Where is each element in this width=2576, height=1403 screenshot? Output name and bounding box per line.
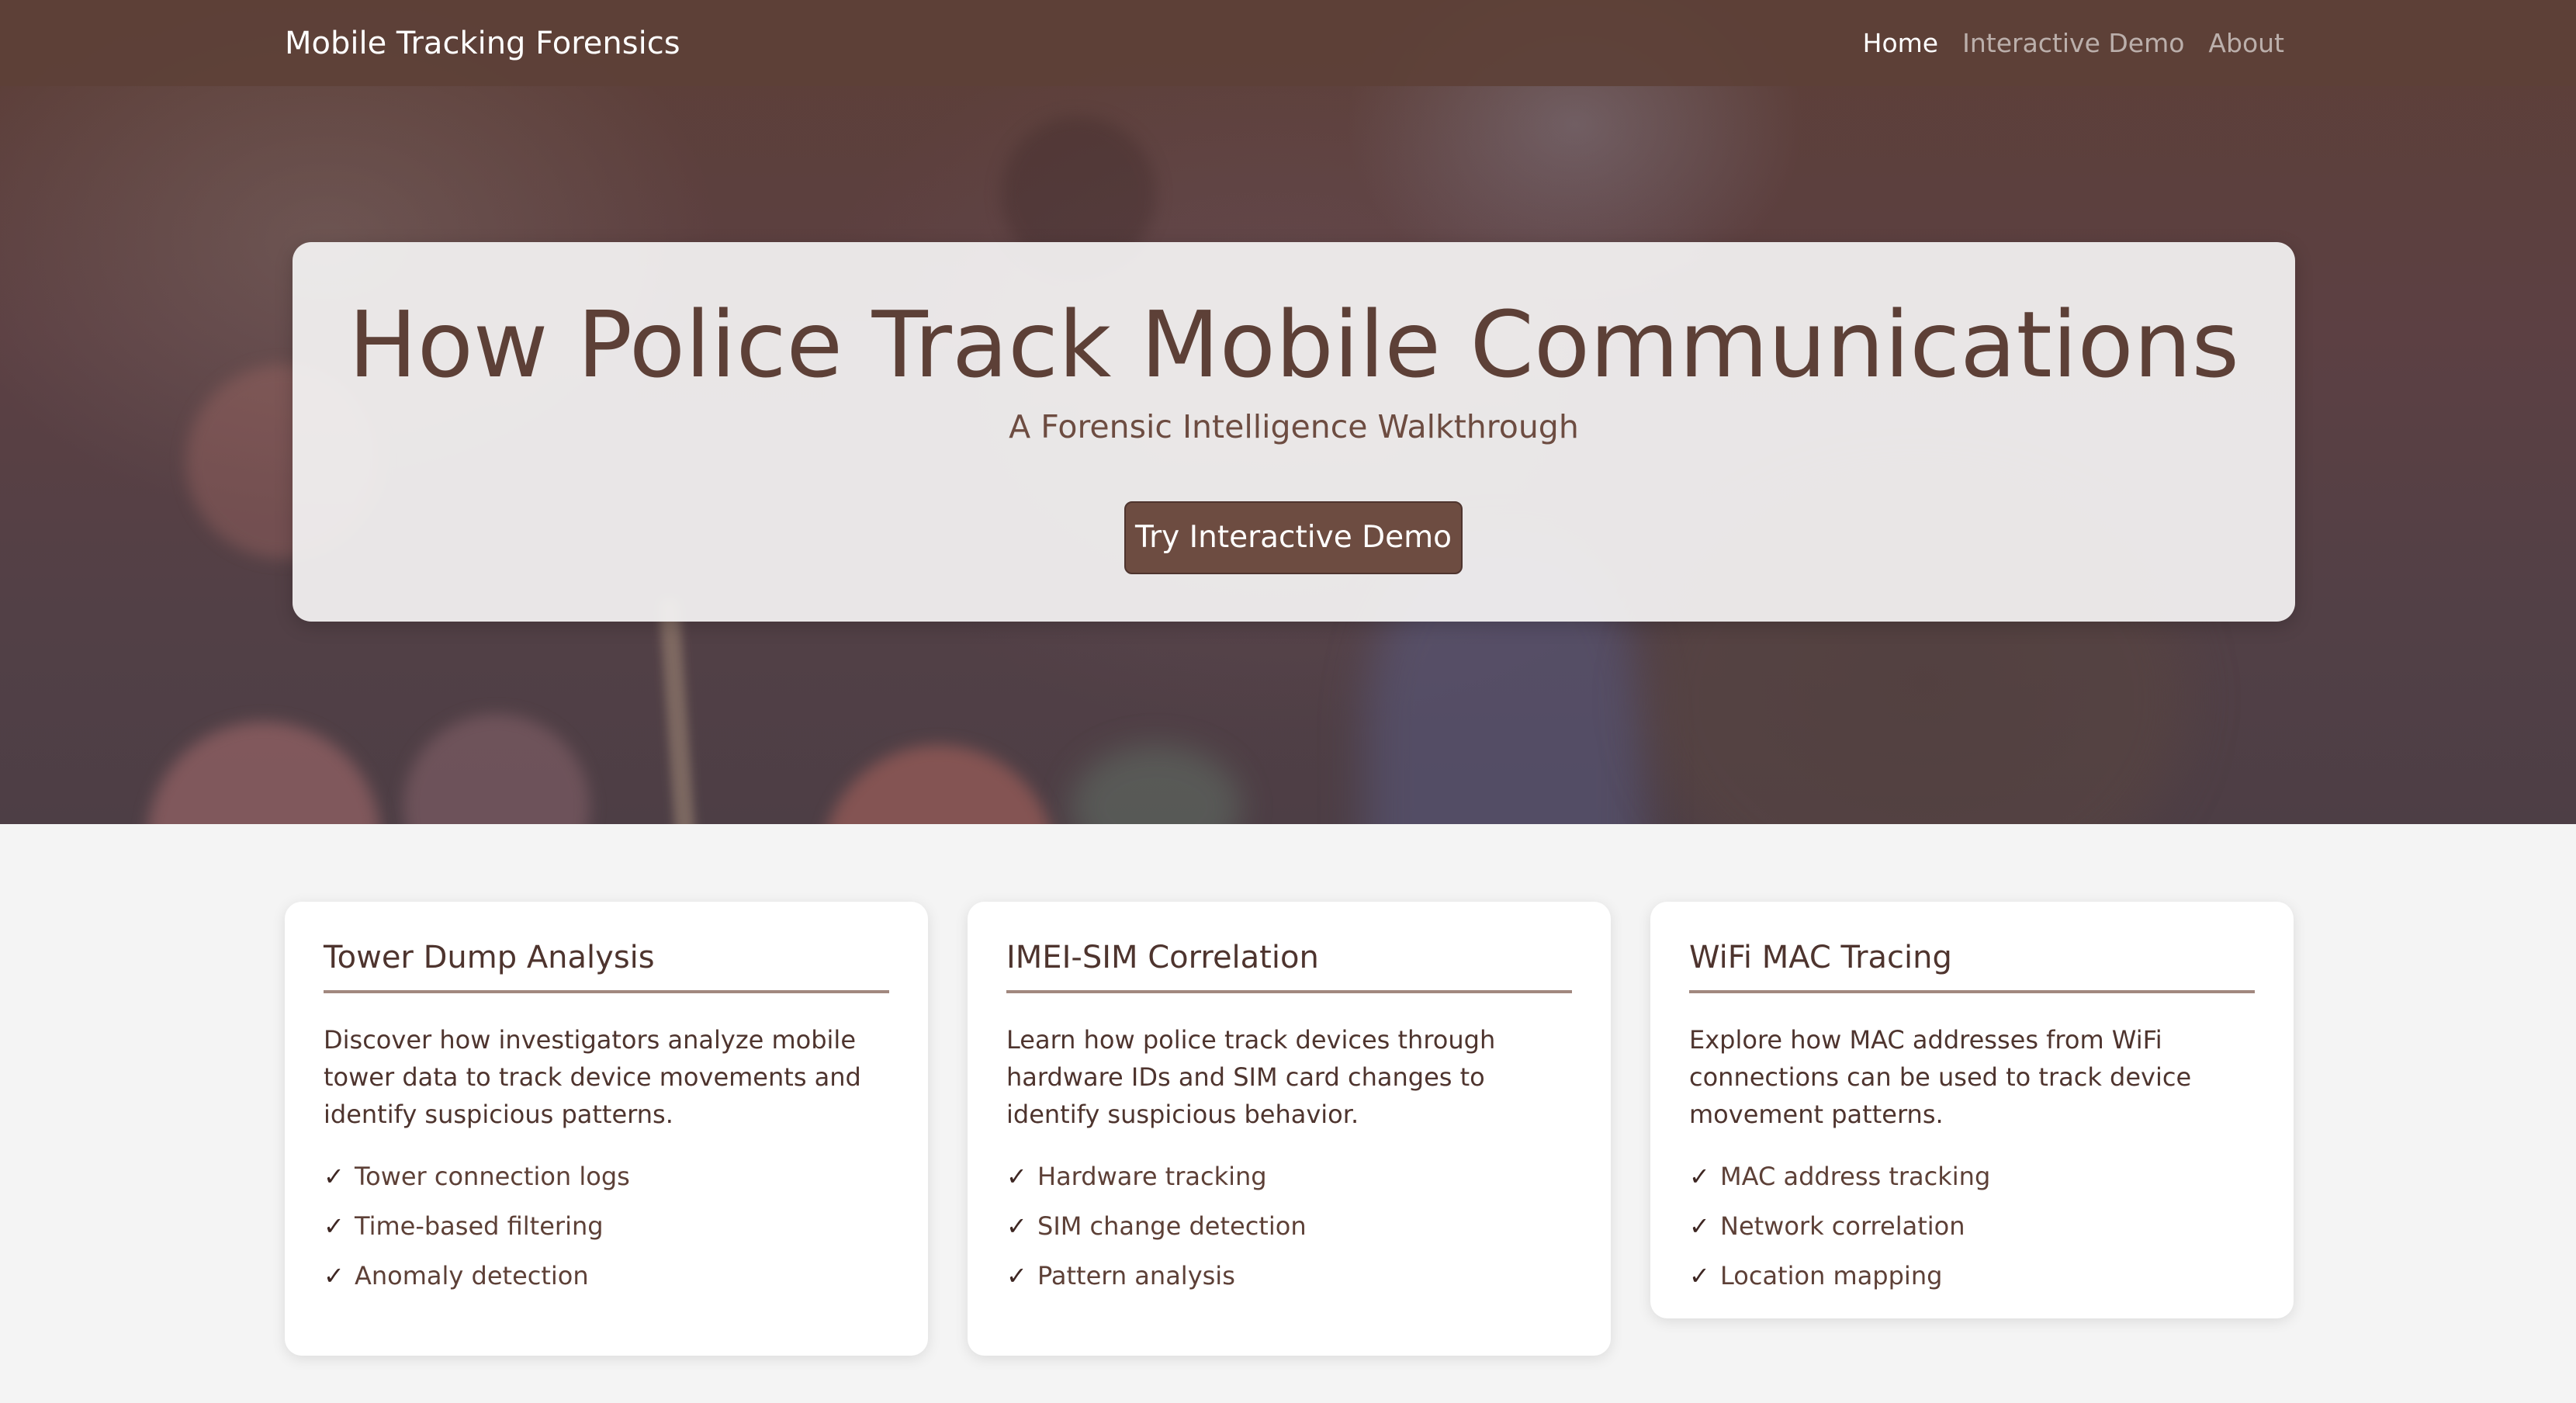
list-item-label: Time-based filtering	[355, 1211, 604, 1241]
nav-links: Home Interactive Demo About	[1863, 24, 2284, 63]
list-item-label: Anomaly detection	[355, 1261, 589, 1290]
feature-card-tower-dump: Tower Dump Analysis Discover how investi…	[285, 902, 928, 1356]
list-item: ✓ Location mapping	[1689, 1251, 2255, 1301]
nav-link-interactive-demo[interactable]: Interactive Demo	[1962, 24, 2184, 63]
nav-link-home[interactable]: Home	[1863, 24, 1938, 63]
list-item: ✓ Time-based filtering	[324, 1201, 889, 1251]
hero-title: How Police Track Mobile Communications	[348, 291, 2240, 398]
list-item-label: Tower connection logs	[355, 1162, 630, 1191]
list-item-label: Location mapping	[1720, 1261, 1943, 1290]
card-description: Discover how investigators analyze mobil…	[324, 1025, 861, 1129]
hero-card: How Police Track Mobile Communications A…	[293, 242, 2295, 622]
list-item-label: Network correlation	[1720, 1211, 1965, 1241]
card-title: IMEI-SIM Correlation	[1006, 937, 1572, 993]
brand-link[interactable]: Mobile Tracking Forensics	[285, 24, 680, 63]
list-item: ✓ Hardware tracking	[1006, 1152, 1572, 1201]
list-item-label: Pattern analysis	[1037, 1261, 1235, 1290]
checkmark-icon: ✓	[1689, 1261, 1710, 1290]
top-navbar: Mobile Tracking Forensics Home Interacti…	[0, 0, 2576, 86]
card-title: WiFi MAC Tracing	[1689, 937, 2255, 993]
checkmark-icon: ✓	[1689, 1162, 1710, 1191]
list-item: ✓ MAC address tracking	[1689, 1152, 2255, 1201]
bokeh-light	[1071, 745, 1241, 824]
card-title: Tower Dump Analysis	[324, 937, 889, 993]
bokeh-light	[147, 722, 380, 824]
checkmark-icon: ✓	[324, 1162, 345, 1191]
checkmark-icon: ✓	[1006, 1261, 1027, 1290]
checkmark-icon: ✓	[1689, 1211, 1710, 1241]
feature-card-imei-sim: IMEI-SIM Correlation Learn how police tr…	[968, 902, 1611, 1356]
checkmark-icon: ✓	[1006, 1211, 1027, 1241]
list-item-label: SIM change detection	[1037, 1211, 1307, 1241]
feature-list: ✓ Hardware tracking ✓ SIM change detection…	[1006, 1152, 1572, 1301]
feature-card-wifi-mac: WiFi MAC Tracing Explore how MAC address…	[1650, 902, 2294, 1318]
list-item-label: Hardware tracking	[1037, 1162, 1267, 1191]
nav-link-about[interactable]: About	[2208, 24, 2284, 63]
list-item: ✓ SIM change detection	[1006, 1201, 1572, 1251]
list-item-label: MAC address tracking	[1720, 1162, 1991, 1191]
checkmark-icon: ✓	[324, 1211, 345, 1241]
feature-list: ✓ Tower connection logs ✓ Time-based filte…	[324, 1152, 889, 1301]
checkmark-icon: ✓	[324, 1261, 345, 1290]
card-description: Explore how MAC addresses from WiFi conn…	[1689, 1025, 2192, 1129]
bokeh-light	[822, 745, 1055, 824]
try-interactive-demo-button[interactable]: Try Interactive Demo	[1124, 501, 1463, 574]
feature-list: ✓ MAC address tracking ✓ Network correlati…	[1689, 1152, 2255, 1301]
list-item: ✓ Pattern analysis	[1006, 1251, 1572, 1301]
list-item: ✓ Tower connection logs	[324, 1152, 889, 1201]
list-item: ✓ Network correlation	[1689, 1201, 2255, 1251]
bokeh-light	[403, 714, 590, 824]
checkmark-icon: ✓	[1006, 1162, 1027, 1191]
list-item: ✓ Anomaly detection	[324, 1251, 889, 1301]
bokeh-light	[658, 597, 697, 824]
hero-subtitle: A Forensic Intelligence Walkthrough	[1009, 408, 1579, 445]
card-description: Learn how police track devices through h…	[1006, 1025, 1496, 1129]
